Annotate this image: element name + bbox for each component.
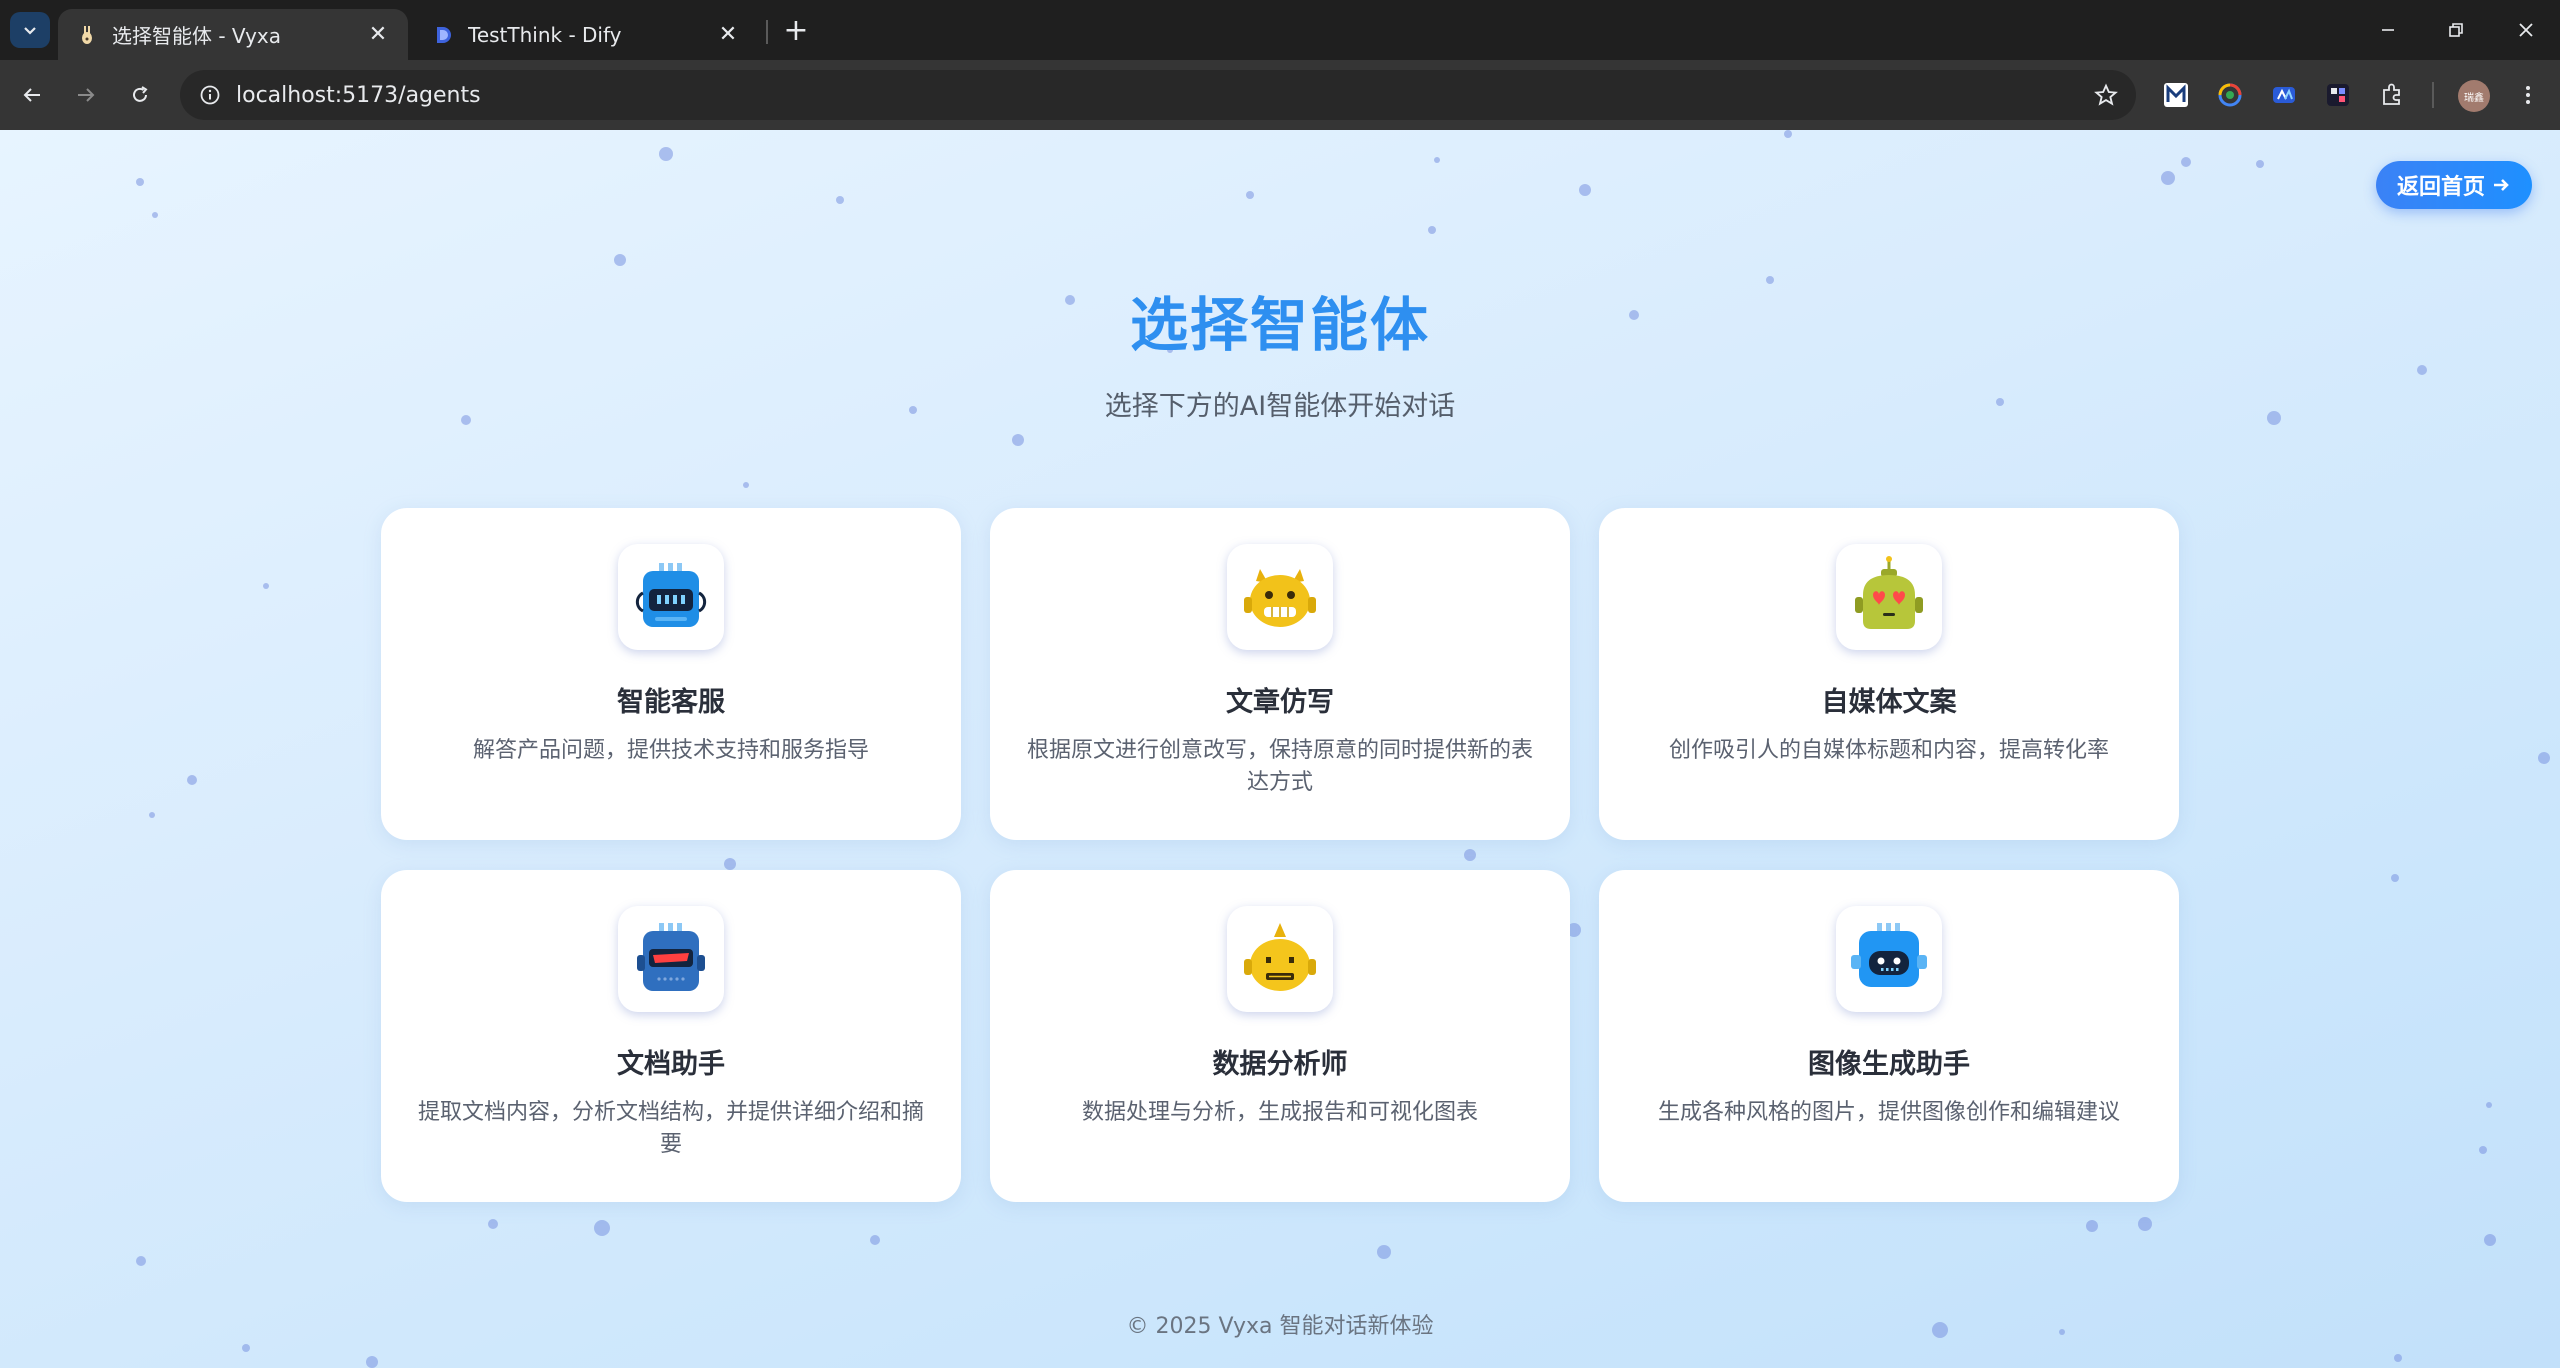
profile-avatar[interactable]: 瑞鑫 — [2458, 80, 2490, 112]
agent-description: 生成各种风格的图片，提供图像创作和编辑建议 — [1657, 1100, 2120, 1125]
restore-button[interactable] — [2436, 10, 2476, 50]
extension-color-icon[interactable] — [2214, 79, 2246, 111]
agent-name: 图像生成助手 — [1808, 1049, 1970, 1080]
close-icon — [2519, 23, 2533, 37]
dark-blue-robot-icon — [637, 923, 705, 991]
menu-kebab-icon[interactable] — [2512, 79, 2544, 111]
dify-logo-icon — [432, 24, 454, 46]
restore-icon — [2449, 23, 2463, 37]
agent-avatar — [1227, 906, 1333, 1012]
yellow-bot-icon — [1244, 923, 1316, 991]
minimize-icon — [2382, 29, 2394, 31]
tab-strip: 选择智能体 - Vyxa ✕ TestThink - Dify ✕ + — [0, 0, 2560, 60]
tab-title: 选择智能体 - Vyxa — [112, 24, 282, 48]
agent-name: 自媒体文案 — [1821, 687, 1957, 718]
toolbar-divider — [2432, 82, 2434, 108]
back-home-button[interactable]: 返回首页 — [2376, 161, 2532, 209]
agent-card-document-assistant[interactable]: 文档助手 提取文档内容，分析文档结构，并提供详细介绍和摘要 — [381, 870, 961, 1202]
agent-card-image-generation[interactable]: 图像生成助手 生成各种风格的图片，提供图像创作和编辑建议 — [1599, 870, 2179, 1202]
agent-name: 数据分析师 — [1212, 1049, 1348, 1080]
tab-divider — [766, 20, 768, 44]
agent-card-social-media-copy[interactable]: 自媒体文案 创作吸引人的自媒体标题和内容，提高转化率 — [1599, 508, 2179, 840]
page-footer: © 2025 Vyxa 智能对话新体验 — [1126, 1314, 1434, 1339]
forward-button[interactable] — [68, 77, 104, 113]
yellow-robot-icon — [1244, 569, 1316, 627]
agent-name: 文档助手 — [617, 1049, 725, 1080]
agents-page: 返回首页 选择智能体 选择下方的AI智能体开始对话 智能客服 解答产品问题，提供… — [0, 130, 2560, 1368]
chevron-down-icon — [24, 27, 36, 35]
back-home-label: 返回首页 — [2396, 175, 2485, 200]
arrow-right-icon — [78, 88, 95, 102]
agent-description: 提取文档内容，分析文档结构，并提供详细介绍和摘要 — [417, 1100, 924, 1157]
puzzle-extensions-icon[interactable] — [2376, 79, 2408, 111]
bookmark-star-icon[interactable] — [2086, 75, 2126, 115]
url-text[interactable]: localhost:5173/agents — [236, 83, 2086, 108]
reload-icon — [133, 86, 148, 102]
site-info-icon[interactable] — [190, 75, 230, 115]
extension-dark-icon[interactable] — [2322, 79, 2354, 111]
close-window-button[interactable] — [2506, 10, 2546, 50]
extension-translate-icon[interactable] — [2268, 79, 2300, 111]
blue-robot-icon — [635, 563, 707, 627]
minimize-button[interactable] — [2368, 10, 2408, 50]
close-tab-icon[interactable]: ✕ — [366, 22, 390, 47]
agent-description: 根据原文进行创意改写，保持原意的同时提供新的表达方式 — [1026, 738, 1533, 795]
extension-m-icon[interactable] — [2160, 79, 2192, 111]
close-tab-icon[interactable]: ✕ — [716, 22, 740, 47]
agent-name: 文章仿写 — [1226, 687, 1334, 718]
arrow-left-icon — [23, 88, 40, 102]
new-tab-button[interactable]: + — [780, 13, 812, 48]
agent-card-customer-service[interactable]: 智能客服 解答产品问题，提供技术支持和服务指导 — [381, 508, 961, 840]
agent-avatar — [1836, 906, 1942, 1012]
arrow-right-icon — [2494, 179, 2509, 191]
back-button[interactable] — [14, 77, 50, 113]
page-title: 选择智能体 — [1129, 291, 1430, 359]
tab-search-button[interactable] — [10, 12, 50, 48]
agent-card-data-analyst[interactable]: 数据分析师 数据处理与分析，生成报告和可视化图表 — [990, 870, 1570, 1202]
page-subtitle: 选择下方的AI智能体开始对话 — [1104, 391, 1456, 422]
address-bar[interactable]: localhost:5173/agents — [180, 70, 2136, 120]
agent-name: 智能客服 — [617, 687, 725, 718]
cyan-robot-icon — [1851, 923, 1927, 987]
agent-avatar — [618, 544, 724, 650]
tab-vyxa[interactable]: 选择智能体 - Vyxa ✕ — [58, 9, 408, 60]
agent-grid: 智能客服 解答产品问题，提供技术支持和服务指导 文章仿写 根据原文进行创意改写，… — [381, 508, 2179, 1202]
tab-title: TestThink - Dify — [468, 22, 622, 47]
agent-avatar — [618, 906, 724, 1012]
tab-dify[interactable]: TestThink - Dify ✕ — [414, 9, 758, 60]
agent-avatar — [1227, 544, 1333, 650]
green-robot-icon — [1855, 556, 1923, 629]
agent-description: 解答产品问题，提供技术支持和服务指导 — [472, 738, 869, 763]
agent-description: 创作吸引人的自媒体标题和内容，提高转化率 — [1668, 738, 2109, 763]
reload-button[interactable] — [122, 77, 158, 113]
vyxa-logo-icon — [76, 24, 98, 46]
agent-card-article-rewrite[interactable]: 文章仿写 根据原文进行创意改写，保持原意的同时提供新的表达方式 — [990, 508, 1570, 840]
agent-description: 数据处理与分析，生成报告和可视化图表 — [1081, 1100, 1478, 1125]
agent-avatar — [1836, 544, 1942, 650]
